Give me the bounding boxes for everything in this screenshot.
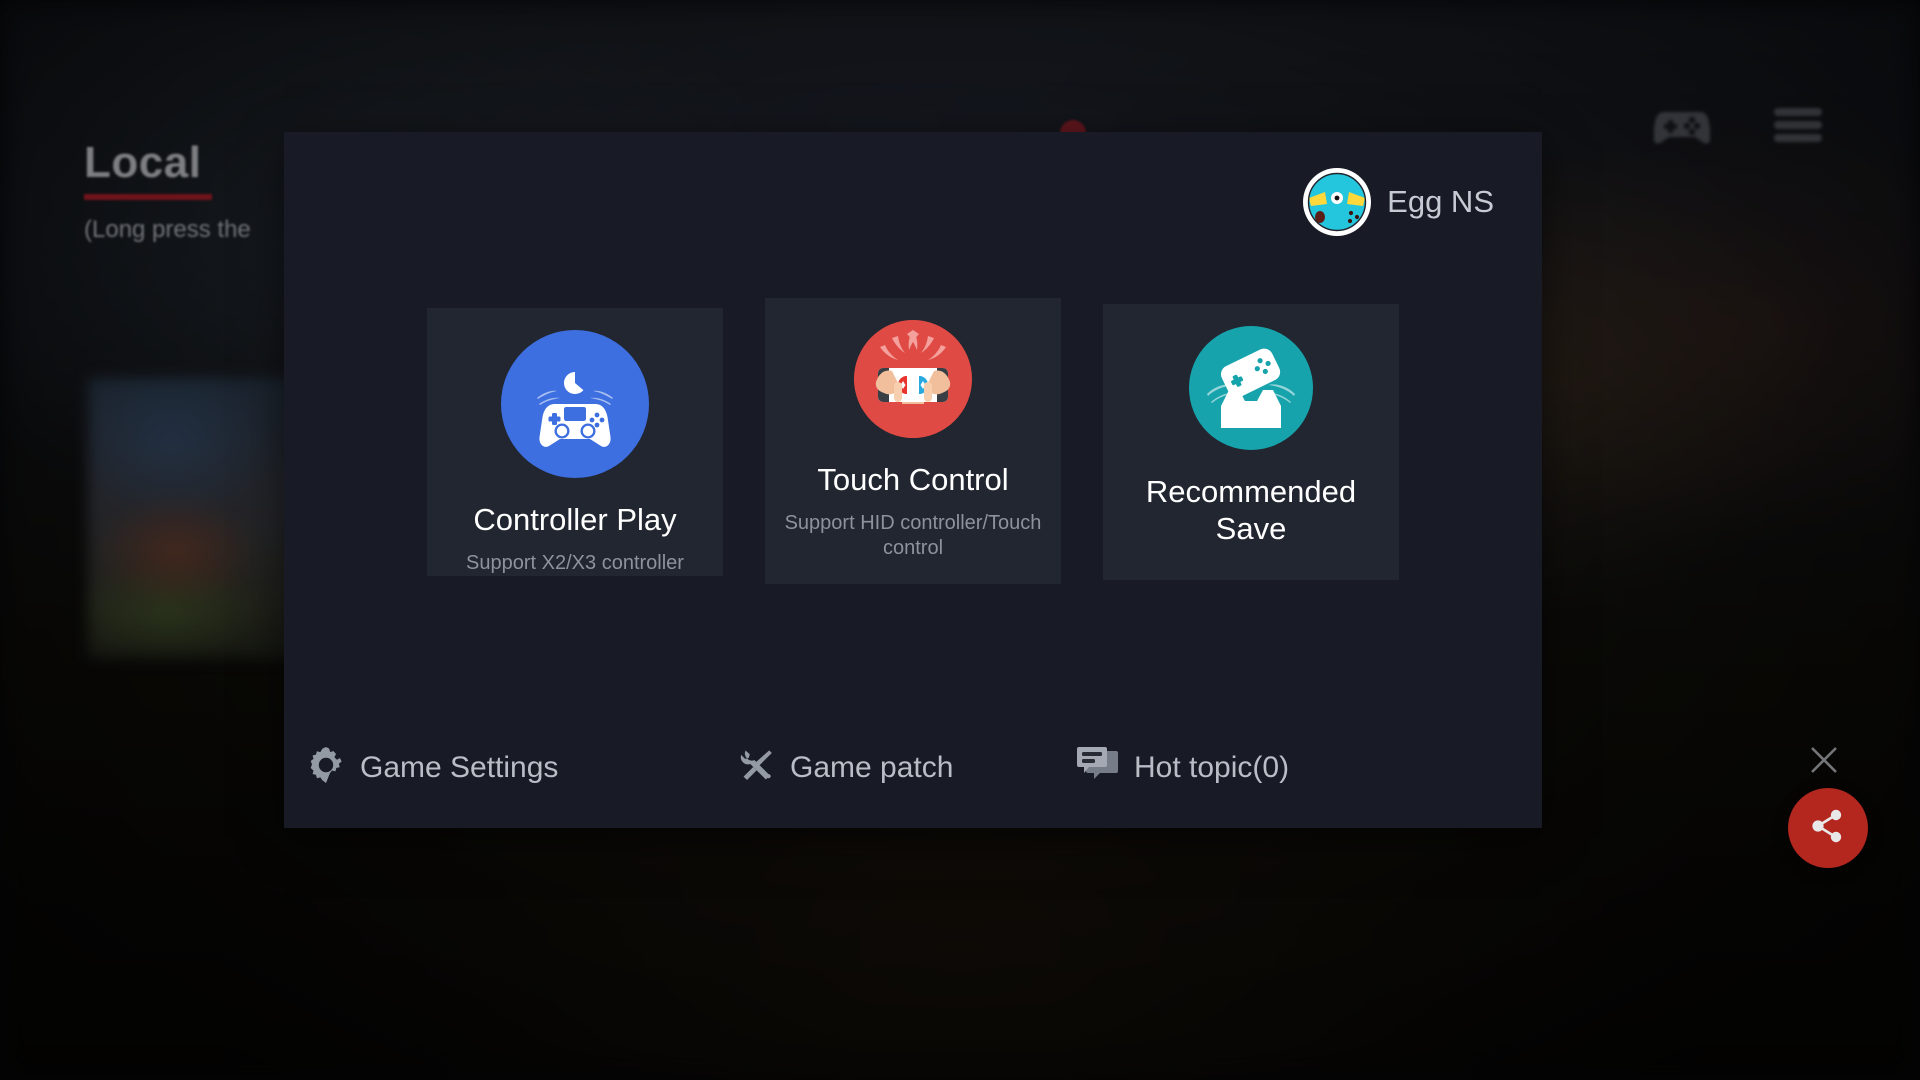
card-subtitle: Support X2/X3 controller <box>466 551 684 574</box>
share-button[interactable] <box>1788 788 1868 868</box>
card-subtitle: Support HID controller/Touch control <box>784 511 1042 560</box>
game-launch-dialog: Egg NS Controller Play Support X2/X3 con… <box>284 132 1542 828</box>
card-touch-control[interactable]: Touch Control Support HID controller/Tou… <box>765 298 1061 584</box>
card-controller-play[interactable]: Controller Play Support X2/X3 controller <box>427 308 723 576</box>
share-icon <box>1808 806 1848 851</box>
card-recommended-save[interactable]: Recommended Save <box>1103 304 1399 580</box>
game-patch-button[interactable]: Game patch <box>736 745 1076 790</box>
mode-card-list: Controller Play Support X2/X3 controller <box>284 298 1542 584</box>
card-title: Touch Control <box>817 462 1009 497</box>
game-settings-button[interactable]: Game Settings <box>306 745 736 790</box>
chat-bubbles-icon <box>1076 745 1120 790</box>
avatar[interactable] <box>1303 168 1372 236</box>
toolbar-label: Game Settings <box>360 750 559 784</box>
hot-topic-button[interactable]: Hot topic(0) <box>1076 745 1456 790</box>
touch-control-icon <box>854 320 972 438</box>
card-title: Controller Play <box>473 502 677 537</box>
wrench-screwdriver-icon <box>736 745 776 790</box>
gear-icon <box>306 745 346 790</box>
account-row[interactable]: Egg NS <box>1303 168 1494 236</box>
recommended-save-icon <box>1189 326 1313 450</box>
dialog-toolbar: Game Settings Game patch Hot topic(0) <box>284 745 1542 790</box>
card-title: Recommended Save <box>1145 474 1357 546</box>
close-icon[interactable] <box>1806 742 1842 778</box>
controller-play-icon <box>501 330 649 478</box>
toolbar-label: Game patch <box>790 750 954 784</box>
account-name: Egg NS <box>1387 184 1494 219</box>
toolbar-label: Hot topic(0) <box>1134 750 1290 784</box>
